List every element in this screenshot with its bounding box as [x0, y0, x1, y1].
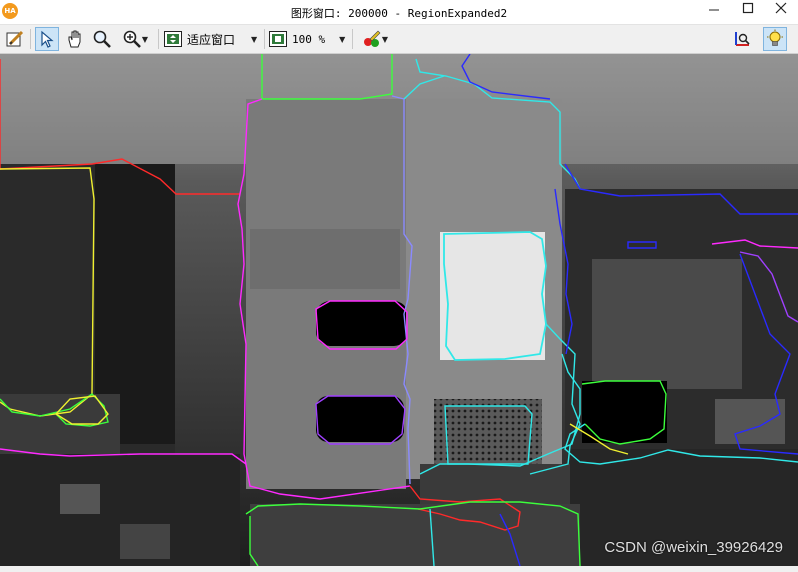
zoom-in-icon — [123, 30, 141, 48]
pointer-tool-icon — [41, 30, 54, 48]
chevron-down-icon: ▼ — [339, 34, 346, 44]
magnify-button[interactable] — [90, 27, 114, 51]
maximize-icon — [742, 2, 754, 14]
magnify-icon — [93, 30, 111, 48]
graphics-toolbar: ▼ 适应窗口 ▼ 100 % ▼ ▼ — [0, 25, 798, 54]
color-palette-icon — [363, 30, 381, 47]
maximize-button[interactable] — [731, 0, 765, 24]
minimize-icon — [709, 9, 719, 11]
zoom-in-dropdown[interactable]: ▼ — [116, 27, 154, 51]
zoom-percent-dropdown[interactable]: 100 % ▼ — [268, 27, 350, 51]
pan-hand-icon — [68, 30, 81, 48]
chevron-down-icon: ▼ — [141, 34, 149, 44]
region-image — [0, 54, 798, 566]
chevron-down-icon: ▼ — [381, 34, 389, 44]
edit-tool-icon — [6, 30, 24, 47]
color-tool-dropdown[interactable]: ▼ — [356, 27, 394, 51]
fit-window-dropdown[interactable]: 适应窗口 ▼ — [163, 27, 263, 51]
axis-cursor-icon — [735, 32, 750, 46]
chevron-down-icon: ▼ — [251, 34, 258, 44]
coordinate-axis-button[interactable] — [730, 27, 754, 51]
lightbulb-icon — [767, 29, 783, 46]
fit-window-icon — [164, 31, 182, 47]
zoom-percent-value: 100 % — [292, 32, 326, 46]
close-button[interactable] — [764, 0, 798, 24]
title-bar: HA 图形窗口: 200000 - RegionExpanded2 — [0, 0, 798, 25]
edit-tool-button[interactable] — [3, 27, 27, 51]
zoom-percent-icon — [269, 31, 287, 47]
fit-window-label: 适应窗口 — [187, 32, 236, 47]
pan-tool-button[interactable] — [63, 27, 87, 51]
csdn-watermark: CSDN @weixin_39926429 — [604, 539, 783, 556]
help-lightbulb-button[interactable] — [763, 27, 787, 51]
window-bottom-border — [0, 566, 798, 572]
close-icon — [775, 2, 787, 14]
window-title: 图形窗口: 200000 - RegionExpanded2 — [290, 7, 508, 20]
pointer-tool-button[interactable] — [35, 27, 59, 51]
graphics-canvas[interactable]: CSDN @weixin_39926429 — [0, 54, 798, 566]
minimize-button[interactable] — [697, 0, 731, 24]
